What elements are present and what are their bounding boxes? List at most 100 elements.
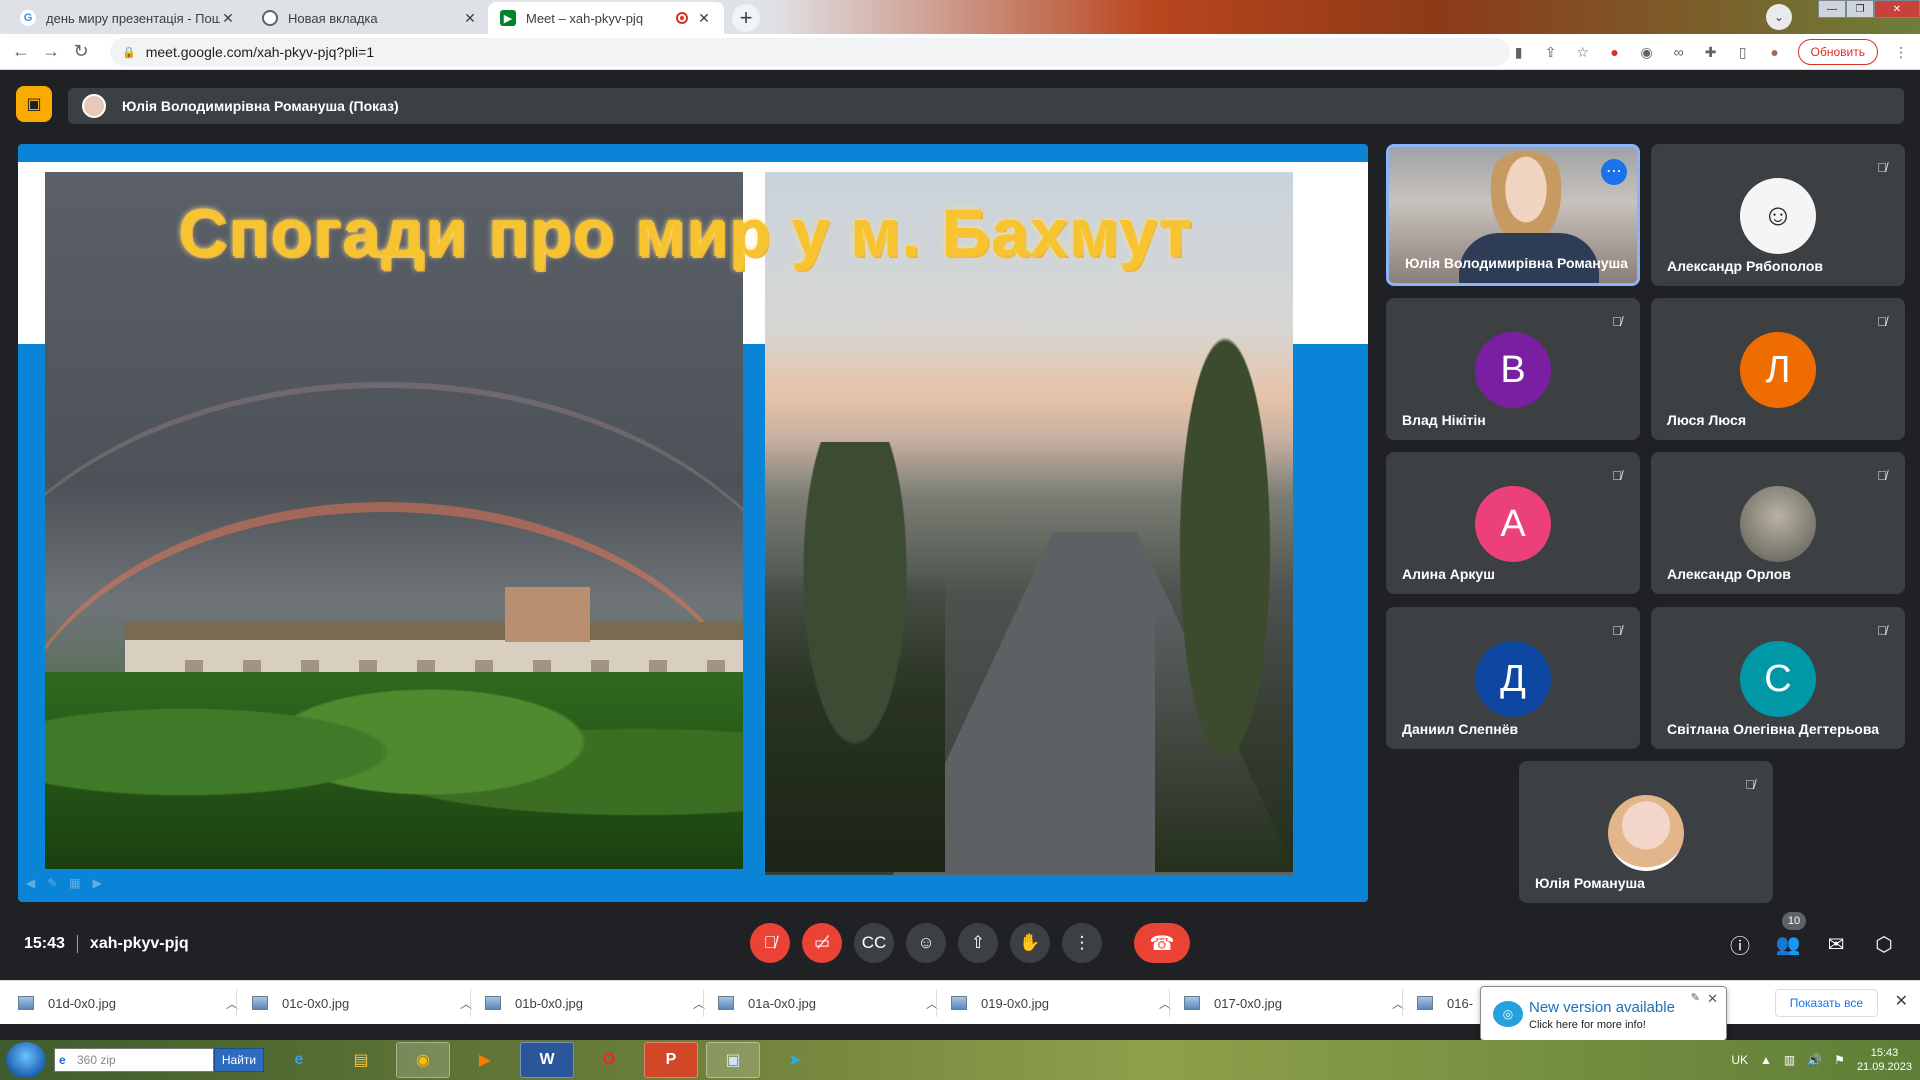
- tab-search[interactable]: G день миру презентація - Пошук ✕: [8, 2, 248, 34]
- camera-off-button[interactable]: ▭̸: [802, 923, 842, 963]
- pen-icon[interactable]: ✎: [47, 876, 57, 890]
- tab-search-icon[interactable]: ⌄: [1766, 4, 1792, 30]
- taskbar-search-input[interactable]: e 360 zip: [54, 1048, 214, 1072]
- url-input[interactable]: 🔒 meet.google.com/xah-pkyv-pjq?pli=1: [110, 38, 1510, 66]
- participant-tile[interactable]: Л 🎙̸ Люся Люся: [1651, 298, 1905, 440]
- tab-new[interactable]: Новая вкладка ✕: [250, 2, 490, 34]
- slide-controls[interactable]: ◀ ✎ ▦ ▶: [26, 876, 102, 890]
- language-indicator[interactable]: UK: [1731, 1053, 1748, 1067]
- update-notification[interactable]: ◎ New version available Click here for m…: [1480, 986, 1727, 1041]
- word-icon[interactable]: W: [520, 1042, 574, 1078]
- share-icon[interactable]: ⇪: [1542, 44, 1560, 61]
- slides-icon[interactable]: ▦: [69, 876, 80, 890]
- close-window-button[interactable]: ✕: [1874, 0, 1920, 18]
- participant-tile[interactable]: ⋯ Юлія Володимирівна Романуша: [1386, 144, 1640, 286]
- bookmark-star-icon[interactable]: ☆: [1574, 44, 1592, 61]
- tray-arrow-icon[interactable]: ▲: [1760, 1053, 1772, 1067]
- image-viewer-icon[interactable]: ▣: [706, 1042, 760, 1078]
- new-tab-button[interactable]: +: [732, 4, 760, 32]
- meeting-info: 15:43 xah-pkyv-pjq: [24, 935, 189, 953]
- internet-explorer-icon[interactable]: e: [272, 1042, 326, 1078]
- search-button[interactable]: Найти: [214, 1048, 264, 1072]
- volume-icon[interactable]: 🔊: [1807, 1053, 1822, 1067]
- download-item[interactable]: 01a-0x0.jpg ︿: [718, 989, 938, 1017]
- download-item[interactable]: 01d-0x0.jpg ︿: [18, 989, 238, 1017]
- network-icon[interactable]: ▥: [1784, 1053, 1795, 1067]
- people-count-badge: 10: [1782, 912, 1806, 930]
- participant-name: Люся Люся: [1667, 412, 1746, 428]
- close-icon[interactable]: ✕: [1895, 991, 1908, 1011]
- mic-off-icon: 🎙̸: [1612, 467, 1622, 483]
- close-icon[interactable]: ✕: [696, 10, 712, 27]
- camera-icon[interactable]: ▮: [1510, 44, 1528, 61]
- participant-avatar: С: [1740, 641, 1816, 717]
- download-filename: 017-0x0.jpg: [1214, 995, 1282, 1011]
- powerpoint-icon[interactable]: P: [644, 1042, 698, 1078]
- notification-title: New version available: [1529, 999, 1675, 1016]
- download-item[interactable]: 016-: [1417, 989, 1477, 1017]
- opera-icon[interactable]: O: [582, 1042, 636, 1078]
- notification-subtitle: Click here for more info!: [1529, 1019, 1646, 1031]
- participant-tile[interactable]: С 🎙̸ Світлана Олегівна Дегтерьова: [1651, 607, 1905, 749]
- file-explorer-icon[interactable]: ▤: [334, 1042, 388, 1078]
- participant-tile[interactable]: 🎙̸ Александр Орлов: [1651, 452, 1905, 594]
- leave-call-button[interactable]: ☎: [1134, 923, 1190, 963]
- side-panel-icon[interactable]: ▯: [1734, 44, 1752, 61]
- pin-icon[interactable]: ✎: [1691, 991, 1700, 1004]
- mic-off-icon: 🎙̸: [1612, 622, 1622, 638]
- next-slide-icon[interactable]: ▶: [93, 876, 102, 890]
- participant-tile[interactable]: В 🎙̸ Влад Нікітін: [1386, 298, 1640, 440]
- captions-button[interactable]: CC: [854, 923, 894, 963]
- forward-icon[interactable]: →: [36, 41, 66, 62]
- back-icon[interactable]: ←: [6, 41, 36, 62]
- meeting-details-icon[interactable]: ⓘ: [1726, 930, 1754, 958]
- more-options-button[interactable]: ⋮: [1062, 923, 1102, 963]
- show-all-downloads-button[interactable]: Показать все: [1774, 989, 1878, 1017]
- download-item[interactable]: 01c-0x0.jpg ︿: [252, 989, 472, 1017]
- presentation-icon[interactable]: ▣: [16, 86, 52, 122]
- reload-icon[interactable]: ↻: [66, 41, 96, 62]
- meeting-controls-bar: 15:43 xah-pkyv-pjq 🎙̸ ▭̸ CC ☺ ⇧ ✋ ⋮ ☎ ⓘ …: [0, 910, 1920, 980]
- download-item[interactable]: 017-0x0.jpg ︿: [1184, 989, 1404, 1017]
- clock[interactable]: 15:43 21.09.2023: [1857, 1046, 1912, 1074]
- more-options-icon[interactable]: ⋯: [1601, 159, 1627, 185]
- profile-avatar[interactable]: ●: [1766, 44, 1784, 60]
- present-button[interactable]: ⇧: [958, 923, 998, 963]
- activities-icon[interactable]: ⬡: [1870, 930, 1898, 958]
- participant-tile[interactable]: А 🎙̸ Алина Аркуш: [1386, 452, 1640, 594]
- tab-meet[interactable]: ▶ Meet – xah-pkyv-pjq ✕: [488, 2, 724, 34]
- minimize-button[interactable]: —: [1818, 0, 1846, 18]
- update-button[interactable]: Обновить: [1797, 39, 1878, 65]
- participant-avatar: [1608, 795, 1684, 871]
- opera-extension-icon[interactable]: ●: [1606, 44, 1624, 60]
- chrome-icon[interactable]: ◉: [396, 1042, 450, 1078]
- glasses-extension-icon[interactable]: ∞: [1670, 44, 1688, 60]
- extension-icon[interactable]: ◉: [1638, 44, 1656, 61]
- emoji-button[interactable]: ☺: [906, 923, 946, 963]
- download-item[interactable]: 019-0x0.jpg ︿: [951, 989, 1171, 1017]
- telegram-icon[interactable]: ➤: [768, 1042, 822, 1078]
- system-tray: UK ▲ ▥ 🔊 ⚑ 15:43 21.09.2023: [1731, 1040, 1920, 1080]
- start-button[interactable]: [6, 1042, 46, 1078]
- presenter-bar[interactable]: Юлія Володимирівна Романуша (Показ): [68, 88, 1904, 124]
- participant-tile[interactable]: Д 🎙̸ Даниил Слепнёв: [1386, 607, 1640, 749]
- people-icon[interactable]: 👥 10: [1774, 912, 1806, 958]
- close-icon[interactable]: ✕: [462, 10, 478, 27]
- chat-icon[interactable]: ✉: [1822, 930, 1850, 958]
- close-icon[interactable]: ✕: [1707, 991, 1718, 1007]
- close-icon[interactable]: ✕: [220, 10, 236, 27]
- download-item[interactable]: 01b-0x0.jpg ︿: [485, 989, 705, 1017]
- participant-tile[interactable]: ☺ 🎙̸ Александр Рябополов: [1651, 144, 1905, 286]
- participant-avatar: [1740, 486, 1816, 562]
- mic-off-icon: 🎙̸: [1877, 622, 1887, 638]
- participant-tile[interactable]: 🎙̸ Юлія Романуша: [1519, 761, 1773, 903]
- raise-hand-button[interactable]: ✋: [1010, 923, 1050, 963]
- puzzle-icon[interactable]: ✚: [1702, 44, 1720, 61]
- maximize-button[interactable]: ❐: [1846, 0, 1874, 18]
- flag-icon[interactable]: ⚑: [1834, 1053, 1845, 1067]
- media-player-icon[interactable]: ▶: [458, 1042, 512, 1078]
- menu-dots-icon[interactable]: ⋮: [1892, 44, 1910, 61]
- mic-off-button[interactable]: 🎙̸: [750, 923, 790, 963]
- download-filename: 01b-0x0.jpg: [515, 995, 583, 1011]
- prev-slide-icon[interactable]: ◀: [26, 876, 35, 890]
